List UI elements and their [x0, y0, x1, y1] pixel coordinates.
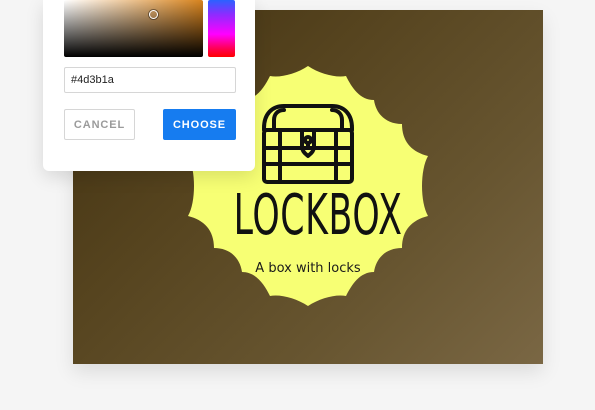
choose-button[interactable]: CHOOSE — [163, 109, 236, 140]
logo-subtitle: A box with locks — [255, 261, 361, 276]
color-picker-popover: CANCEL CHOOSE — [43, 0, 255, 171]
saturation-value-area[interactable] — [64, 0, 203, 57]
hue-slider[interactable] — [208, 0, 235, 57]
cancel-button[interactable]: CANCEL — [64, 109, 135, 140]
hex-color-input[interactable] — [64, 67, 236, 93]
logo-title: LOCKBOX — [233, 183, 403, 248]
color-selector-handle[interactable] — [149, 10, 158, 19]
